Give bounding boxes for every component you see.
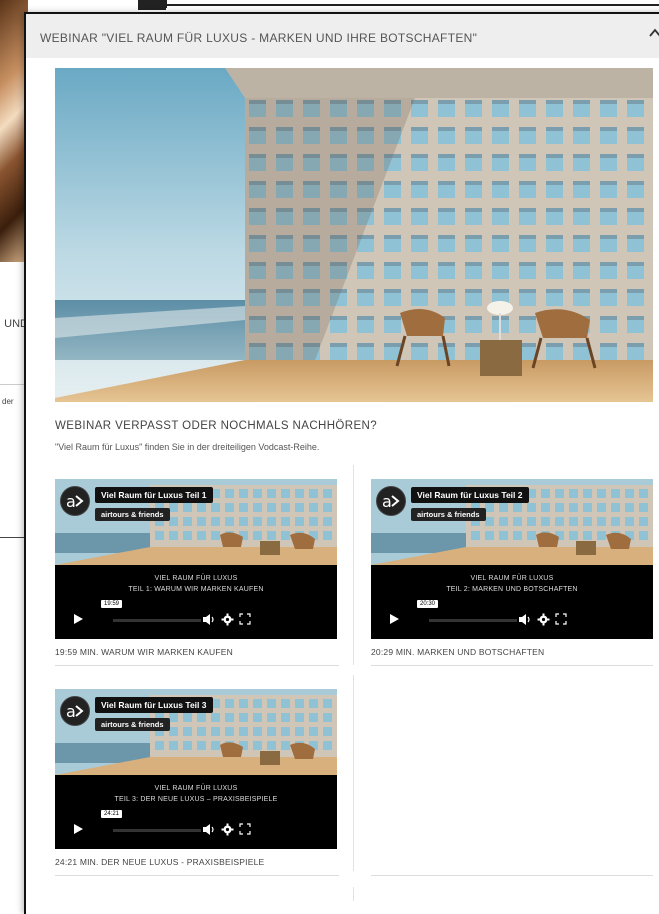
airtours-logo-icon: a (60, 696, 90, 726)
play-icon[interactable] (389, 614, 399, 624)
video-title[interactable]: Viel Raum für Luxus Teil 2 (411, 487, 529, 503)
webinar-modal: WEBINAR "VIEL RAUM FÜR LUXUS - MARKEN UN… (24, 12, 659, 914)
video-label-1[interactable]: 19:59 MIN. WARUM WIR MARKEN KAUFEN (55, 647, 233, 657)
video-label-2[interactable]: 20:29 MIN. MARKEN UND BOTSCHAFTEN (371, 647, 544, 657)
video-caption-subtitle: TEIL 1: WARUM WIR MARKEN KAUFEN (128, 586, 264, 593)
gear-icon[interactable] (221, 613, 234, 626)
svg-text:a: a (382, 492, 392, 511)
progress-bar[interactable] (113, 829, 201, 832)
video-duration-badge: 19:59 (101, 600, 123, 608)
modal-header[interactable]: WEBINAR "VIEL RAUM FÜR LUXUS - MARKEN UN… (26, 14, 659, 58)
fullscreen-icon[interactable] (555, 613, 567, 625)
background-photo-edge (138, 0, 166, 10)
background-frame-top (165, 4, 659, 6)
video-duration-badge: 24:21 (101, 810, 123, 818)
volume-icon[interactable] (518, 613, 531, 626)
video-duration-badge: 20:30 (417, 600, 439, 608)
video-player-2[interactable]: a Viel Raum für Luxus Teil 2 airtours & … (371, 479, 653, 639)
video-divider (371, 665, 653, 666)
gear-icon[interactable] (221, 823, 234, 836)
video-player-1[interactable]: a Viel Raum für Luxus Teil 1 airtours & … (55, 479, 337, 639)
airtours-logo-icon: a (60, 486, 90, 516)
modal-title: WEBINAR "VIEL RAUM FÜR LUXUS - MARKEN UN… (40, 31, 478, 45)
video-divider (55, 665, 339, 666)
video-label-3[interactable]: 24:21 MIN. DER NEUE LUXUS - PRAXISBEISPI… (55, 857, 264, 867)
video-caption-title: VIEL RAUM FÜR LUXUS (154, 785, 238, 792)
column-divider (353, 675, 354, 871)
volume-icon[interactable] (202, 613, 215, 626)
video-caption-title: VIEL RAUM FÜR LUXUS (470, 575, 554, 582)
video-title[interactable]: Viel Raum für Luxus Teil 1 (95, 487, 213, 503)
video-player-3[interactable]: a Viel Raum für Luxus Teil 3 airtours & … (55, 689, 337, 849)
progress-bar[interactable] (429, 619, 517, 622)
fullscreen-icon[interactable] (239, 613, 251, 625)
section-subtitle: "Viel Raum für Luxus" finden Sie in der … (55, 442, 320, 452)
play-icon[interactable] (73, 824, 83, 834)
video-caption-subtitle: TEIL 3: DER NEUE LUXUS – PRAXISBEISPIELE (114, 796, 278, 803)
fullscreen-icon[interactable] (239, 823, 251, 835)
svg-text:a: a (66, 702, 76, 721)
video-author[interactable]: airtours & friends (411, 508, 486, 521)
video-title[interactable]: Viel Raum für Luxus Teil 3 (95, 697, 213, 713)
background-frame-left (166, 0, 167, 8)
hero-image (55, 68, 653, 402)
column-divider (353, 887, 354, 901)
progress-bar[interactable] (113, 619, 201, 622)
section-heading: WEBINAR VERPASST ODER NOCHMALS NACHHÖREN… (55, 420, 378, 432)
video-divider (371, 875, 653, 876)
chevron-up-icon[interactable] (648, 26, 659, 40)
background-text-der: der (2, 397, 14, 406)
svg-text:a: a (66, 492, 76, 511)
volume-icon[interactable] (202, 823, 215, 836)
video-divider (55, 875, 339, 876)
video-author[interactable]: airtours & friends (95, 718, 170, 731)
video-author[interactable]: airtours & friends (95, 508, 170, 521)
gear-icon[interactable] (537, 613, 550, 626)
play-icon[interactable] (73, 614, 83, 624)
video-caption-title: VIEL RAUM FÜR LUXUS (154, 575, 238, 582)
video-caption-subtitle: TEIL 2: MARKEN UND BOTSCHAFTEN (446, 586, 578, 593)
column-divider (353, 465, 354, 665)
airtours-logo-icon: a (376, 486, 406, 516)
